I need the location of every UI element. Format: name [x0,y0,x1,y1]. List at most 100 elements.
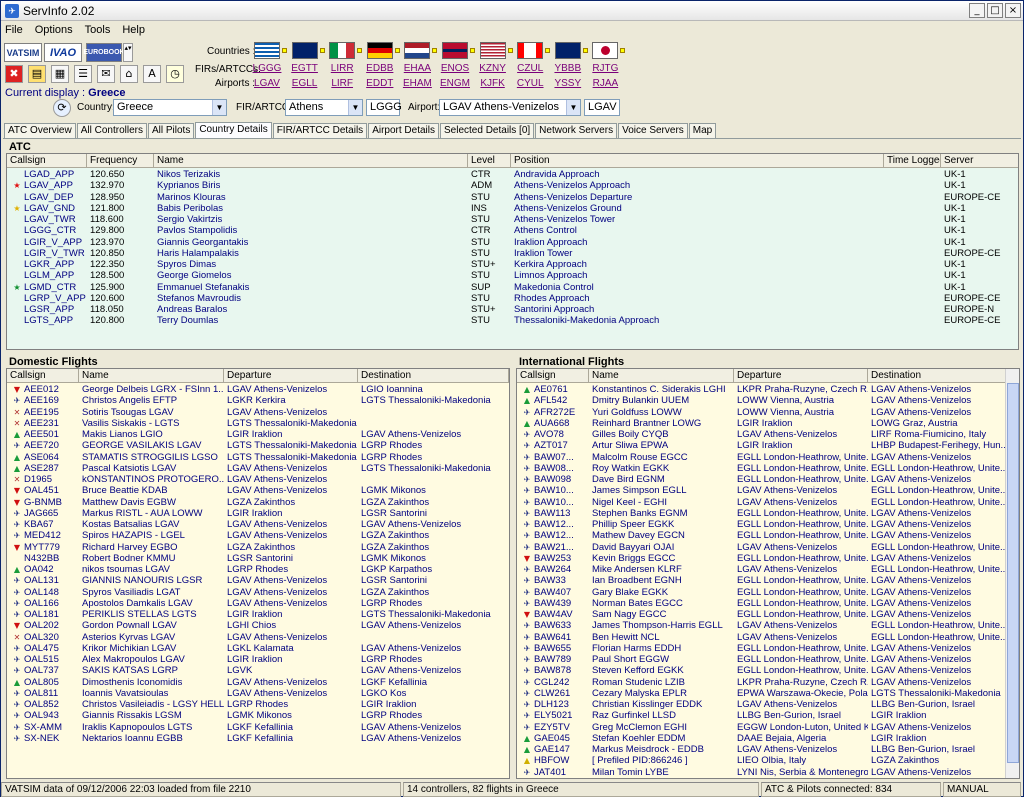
germany-flag[interactable] [366,42,393,59]
table-row[interactable]: LGLM_APP 128.500 George Giomelos STU Limnos … [7,270,1018,281]
airport-link-yssy[interactable]: YSSY [553,78,583,90]
table-row[interactable]: LGIR_V_TWR 120.850 Haris Halampalakis STU Ir… [7,248,1018,259]
menu-options[interactable]: Options [35,24,73,36]
column-header-time-logged[interactable]: Time Logged [884,154,941,167]
table-row[interactable]: ▲ GAE045 Stefan Koehler EDDM DAAE Bejaia, A… [517,733,1007,744]
tab-fir-artcc-details[interactable]: FIR/ARTCC Details [272,123,368,139]
table-row[interactable]: ▲ ASE064 STAMATIS STROGGILIS LGSO LGTS Thes… [7,452,509,463]
airport-link-egll[interactable]: EGLL [290,78,320,90]
table-row[interactable]: ▲ OAL805 Dimosthenis Iconomidis LGAV Athens… [7,677,509,688]
fir-select[interactable]: Athens ▼ [285,99,363,116]
table-row[interactable]: ✈ BAW08... Roy Watkin EGKK EGLL London-Heat… [517,463,1007,474]
fir-link-ybbb[interactable]: YBBB [553,63,583,75]
table-row[interactable]: ★ LGMD_CTR 125.900 Emmanuel Stefanakis SUP Ma… [7,282,1018,293]
airport-link-rjaa[interactable]: RJAA [590,78,620,90]
table-row[interactable]: ✈ SX-NEK Nektarios Ioannu EGBB LGKF Kefalli… [7,733,509,744]
column-header-name[interactable]: Name [79,369,224,382]
tab-selected-details-0[interactable]: Selected Details [0] [440,123,535,139]
table-row[interactable]: ★ LGAV_GND 121.800 Babis Peribolas INS Athens… [7,203,1018,214]
table-row[interactable]: ▼ BAW4AV Sam Nagy EGCC EGLL London-Heathrow… [517,609,1007,620]
scrollbar-thumb[interactable] [1007,383,1019,763]
tab-atc-overview[interactable]: ATC Overview [4,123,76,139]
column-header-destination[interactable]: Destination [868,369,1007,382]
table-row[interactable]: ✈ BAW641 Ben Hewitt NCL LGAV Athens-Venizel… [517,632,1007,643]
table-row[interactable]: ✈ DLH123 Christian Kisslinger EDDK LGAV Ath… [517,699,1007,710]
table-row[interactable]: ✈ BAW098 Dave Bird EGNM EGLL London-Heathro… [517,474,1007,485]
column-header-frequency[interactable]: Frequency [87,154,154,167]
column-header-server[interactable]: Server [941,154,1018,167]
column-header-callsign[interactable]: Callsign [7,154,87,167]
table-row[interactable]: ✈ OAL166 Apostolos Damkalis LGAV LGAV Athen… [7,598,509,609]
column-header-destination[interactable]: Destination [358,369,509,382]
vertical-scrollbar[interactable] [1005,369,1019,778]
tab-network-servers[interactable]: Network Servers [535,123,618,139]
table-row[interactable]: ✈ OAL148 Spyros Vasiliadis LGAT LGAV Athens… [7,587,509,598]
table-row[interactable]: ★ LGAV_APP 132.970 Kyprianos Biris ADM Athens… [7,180,1018,191]
airport-link-engm[interactable]: ENGM [440,78,470,90]
fir-link-edbb[interactable]: EDBB [365,63,395,75]
table-row[interactable]: ✈ MED412 Spiros HAZAPIS - LGEL LGAV Athens-… [7,530,509,541]
fir-link-kzny[interactable]: KZNY [478,63,508,75]
table-row[interactable]: LGIR_V_APP 123.970 Giannis Georgantakis STU… [7,237,1018,248]
table-row[interactable]: ✈ KBA67 Kostas Batsalias LGAV LGAV Athens-V… [7,519,509,530]
table-row[interactable]: ▼ AEE012 George Delbeis LGRX - FSInn 1... L… [7,384,509,395]
column-header-position[interactable]: Position [511,154,884,167]
table-row[interactable]: ✈ BAW655 Florian Harms EDDH EGLL London-Hea… [517,643,1007,654]
table-row[interactable]: LGAD_APP 120.650 Nikos Terizakis CTR Andravi… [7,169,1018,180]
table-row[interactable]: ▲ AE0761 Konstantinos C. Siderakis LGHI LKP… [517,384,1007,395]
tab-voice-servers[interactable]: Voice Servers [618,123,688,139]
netherlands-flag[interactable] [404,42,431,59]
fir-link-ehaa[interactable]: EHAA [402,63,432,75]
table-row[interactable]: ✈ OAL475 Krikor Michikian LGAV LGKL Kalamat… [7,643,509,654]
table-row[interactable]: ✕ OAL320 Asterios Kyrvas LGAV LGAV Athens-V… [7,632,509,643]
column-header-callsign[interactable]: Callsign [7,369,79,382]
fir-link-lggg[interactable]: LGGG [252,63,282,75]
table-row[interactable]: ✈ BAW33 Ian Broadbent EGNH EGLL London-Heat… [517,575,1007,586]
message-icon[interactable]: ✉ [97,65,115,83]
table-row[interactable]: ▼ G-BNMB Matthew Davis EGBW LGZA Zakinthos L… [7,497,509,508]
fir-link-rjtg[interactable]: RJTG [590,63,620,75]
table-row[interactable]: LGAV_TWR 118.600 Sergio Vakirtzis STU Athens… [7,214,1018,225]
table-row[interactable]: ✈ CGL242 Roman Studenic LZIB LKPR Praha-Ruz… [517,677,1007,688]
maximize-button[interactable]: □ [987,3,1003,18]
column-header-departure[interactable]: Departure [734,369,868,382]
airport-link-lirf[interactable]: LIRF [327,78,357,90]
column-header-callsign[interactable]: Callsign [517,369,589,382]
table-row[interactable]: ✈ SX-AMM Iraklis Kapnopoulos LGTS LGKF Kefa… [7,722,509,733]
list-icon[interactable]: ☰ [74,65,92,83]
table-row[interactable]: LGRP_V_APP 120.600 Stefanos Mavroudis STU Rh… [7,293,1018,304]
table-row[interactable]: ✈ AFR272E Yuri Goldfuss LOWW LOWW Vienna, A… [517,407,1007,418]
airport-link-eham[interactable]: EHAM [402,78,432,90]
table-row[interactable]: ▲ ASE287 Pascal Katsiotis LGAV LGAV Athens-… [7,463,509,474]
close-button[interactable]: × [1005,3,1021,18]
table-row[interactable]: LGTS_APP 120.800 Terry Doumlas STU Thessalon… [7,315,1018,326]
table-row[interactable]: ✈ OAL515 Alex Makropoulos LGAV LGIR Iraklio… [7,654,509,665]
table-row[interactable]: ✈ BAW12... Mathew Davey EGCN EGLL London-He… [517,530,1007,541]
table-row[interactable]: ✈ BAW10... Nigel Keel - EGHI LGAV Athens-Ve… [517,497,1007,508]
airport-link-kjfk[interactable]: KJFK [478,78,508,90]
greece-flag[interactable] [254,42,280,59]
table-row[interactable]: ✕ AEE231 Vasilis Siskakis - LGTS LGTS Thess… [7,418,509,429]
table-row[interactable]: LGGG_CTR 129.800 Pavlos Stampolidis CTR Athe… [7,225,1018,236]
airport-link-lgav[interactable]: LGAV [252,78,282,90]
table-row[interactable]: ✈ OAL737 SAKIS KATSAS LGRP LGVK LGAV Athens-… [7,665,509,676]
open-file-icon[interactable]: ▤ [28,65,46,83]
vatsim-logo[interactable]: VATSIM [4,43,42,62]
table-row[interactable]: ✈ AVO78 Gilles Boily CYQB LGAV Athens-Veniz… [517,429,1007,440]
table-row[interactable]: ✈ AEE169 Christos Angelis EFTP LGKR Kerkira… [7,395,509,406]
table-row[interactable]: LGKR_APP 122.350 Spyros Dimas STU+ Kerkira A… [7,259,1018,270]
table-row[interactable]: ✈ BAW789 Paul Short EGGW EGLL London-Heathr… [517,654,1007,665]
table-row[interactable]: ✈ OAL181 PERIKLIS STELLAS LGTS LGIR Iraklio… [7,609,509,620]
table-row[interactable]: ▼ OAL451 Bruce Beattie KDAB LGAV Athens-Ven… [7,485,509,496]
table-row[interactable]: ✈ OAL852 Christos Vasileiadis - LGSY HELL.… [7,699,509,710]
airport-select[interactable]: LGAV Athens-Venizelos ▼ [439,99,581,116]
airport-link-cyul[interactable]: CYUL [515,78,545,90]
table-row[interactable]: ✈ BAW633 James Thompson-Harris EGLL LGAV At… [517,620,1007,631]
table-row[interactable]: ✈ BAW113 Stephen Banks EGNM EGLL London-Hea… [517,508,1007,519]
table-row[interactable]: ✈ BAW407 Gary Blake EGKK EGLL London-Heathr… [517,587,1007,598]
menu-tools[interactable]: Tools [85,24,111,36]
menu-file[interactable]: File [5,24,23,36]
font-icon[interactable]: A [143,65,161,83]
column-header-name[interactable]: Name [589,369,734,382]
airport-code-input[interactable]: LGAV [584,99,620,116]
